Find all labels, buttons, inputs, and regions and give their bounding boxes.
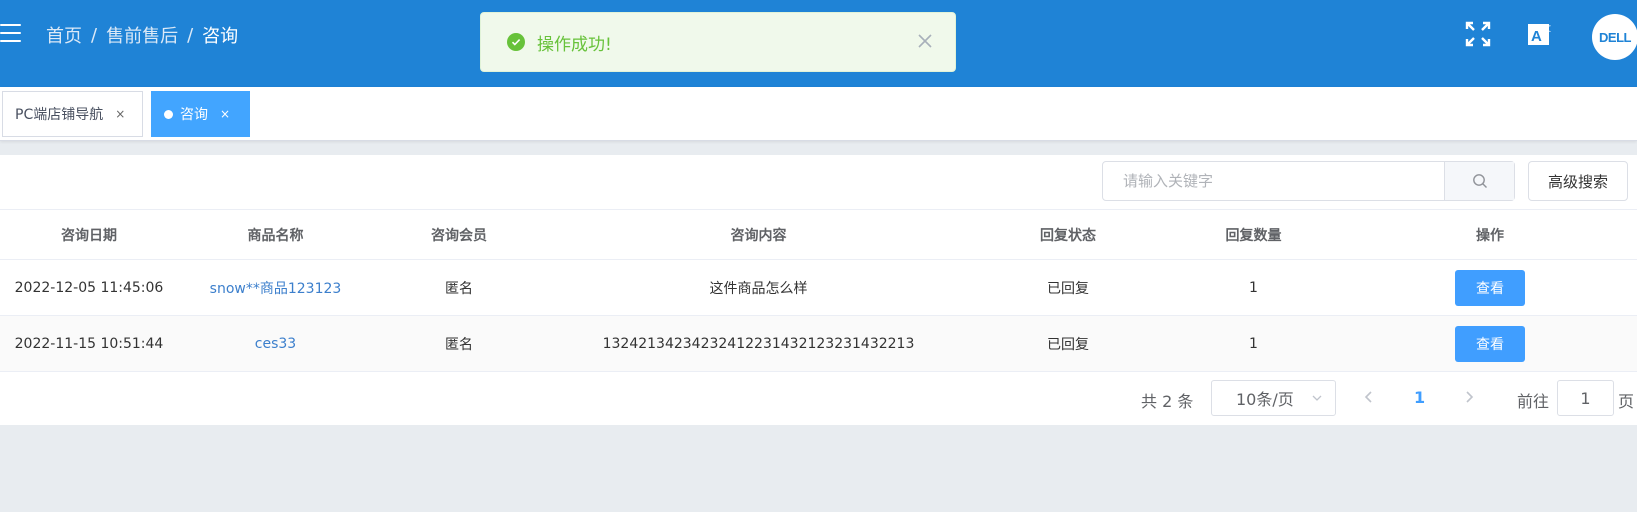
active-dot-icon [164,109,173,119]
user-avatar[interactable]: DELL [1592,14,1637,60]
view-button[interactable]: 查看 [1455,325,1525,362]
column-header: 操作 [1343,209,1637,260]
tab-label: 咨询 [180,107,208,123]
action-cell: 查看 [1343,315,1637,372]
advanced-search-button[interactable]: 高级搜索 [1528,161,1628,201]
column-header: 回复数量 [1164,209,1343,260]
pagination-total: 共 2 条 [1141,392,1194,411]
breadcrumb-after-sales[interactable]: 售前售后 [106,22,178,48]
breadcrumb-separator: / [91,24,98,46]
success-toast: 操作成功! [480,12,956,72]
product-name-link[interactable]: snow**商品123123 [178,259,373,316]
consult-date: 2022-12-05 11:45:06 [0,259,178,316]
table-header-row: 咨询日期 商品名称 咨询会员 咨询内容 回复状态 回复数量 操作 [0,209,1637,260]
column-header: 咨询内容 [545,209,972,260]
search-button[interactable] [1444,162,1514,200]
avatar-brand-logo: DELL [1599,29,1631,45]
tab-close-icon[interactable]: × [115,107,125,121]
breadcrumb-home[interactable]: 首页 [46,22,82,48]
consult-date: 2022-11-15 10:51:44 [0,315,178,372]
tab-consult[interactable]: 咨询 × [151,91,250,137]
fullscreen-icon[interactable] [1464,20,1492,48]
member-cell: 匿名 [373,315,545,372]
search-input[interactable] [1103,162,1444,200]
column-header: 咨询日期 [0,209,178,260]
translate-icon[interactable]: A 文 [1527,20,1555,48]
goto-page-input[interactable] [1557,380,1614,416]
page-size-select[interactable]: 10条/页 [1211,380,1336,416]
svg-text:文: 文 [1543,23,1551,33]
content-cell: 1324213423423241223143212323143221​3 [545,315,972,372]
column-header: 回复状态 [972,209,1164,260]
tab-close-icon[interactable]: × [220,107,230,121]
table-row: 2022-12-05 11:45:06 snow**商品123123 匿名 这件… [0,259,1637,316]
table-row: 2022-11-15 10:51:44 ces33 匿名 13242134234… [0,315,1637,372]
goto-label: 前往 [1517,392,1550,411]
breadcrumb: 首页 / 售前售后 / 咨询 [46,22,238,48]
chevron-left-icon[interactable] [1362,389,1376,405]
action-cell: 查看 [1343,259,1637,316]
page-number-current[interactable]: 1 [1414,388,1425,407]
hamburger-menu-icon[interactable] [0,24,22,44]
column-header: 咨询会员 [373,209,545,260]
view-button[interactable]: 查看 [1455,269,1525,306]
pagination: 共 2 条 10条/页 1 前往 页 [0,380,1637,416]
reply-count-cell: 1 [1164,315,1343,372]
tab-pc-shop-nav[interactable]: PC端店铺导航 × [2,91,143,137]
page-size-value: 10条/页 [1236,390,1294,409]
reply-count-cell: 1 [1164,259,1343,316]
content-cell: 这件商品怎么样 [545,259,972,316]
svg-text:A: A [1531,28,1542,45]
product-name-link[interactable]: ces33 [178,315,373,372]
search-icon [1472,174,1487,188]
search-box [1102,161,1515,201]
member-cell: 匿名 [373,259,545,316]
close-icon[interactable] [915,31,935,51]
column-header: 商品名称 [178,209,373,260]
status-cell: 已回复 [972,259,1164,316]
tab-label: PC端店铺导航 [15,107,104,123]
top-header: 首页 / 售前售后 / 咨询 A 文 DELL 操作成功! [0,0,1637,87]
tabs-bar: PC端店铺导航 × 咨询 × [0,87,1637,141]
page-suffix: 页 [1618,392,1635,411]
chevron-down-icon [1312,395,1322,401]
consult-table: 咨询日期 商品名称 咨询会员 咨询内容 回复状态 回复数量 操作 2022-12… [0,209,1637,372]
status-cell: 已回复 [972,315,1164,372]
breadcrumb-current: 咨询 [202,26,239,47]
toast-message: 操作成功! [537,34,612,55]
chevron-right-icon[interactable] [1462,389,1476,405]
check-circle-icon [507,33,525,51]
breadcrumb-separator: / [187,24,194,46]
